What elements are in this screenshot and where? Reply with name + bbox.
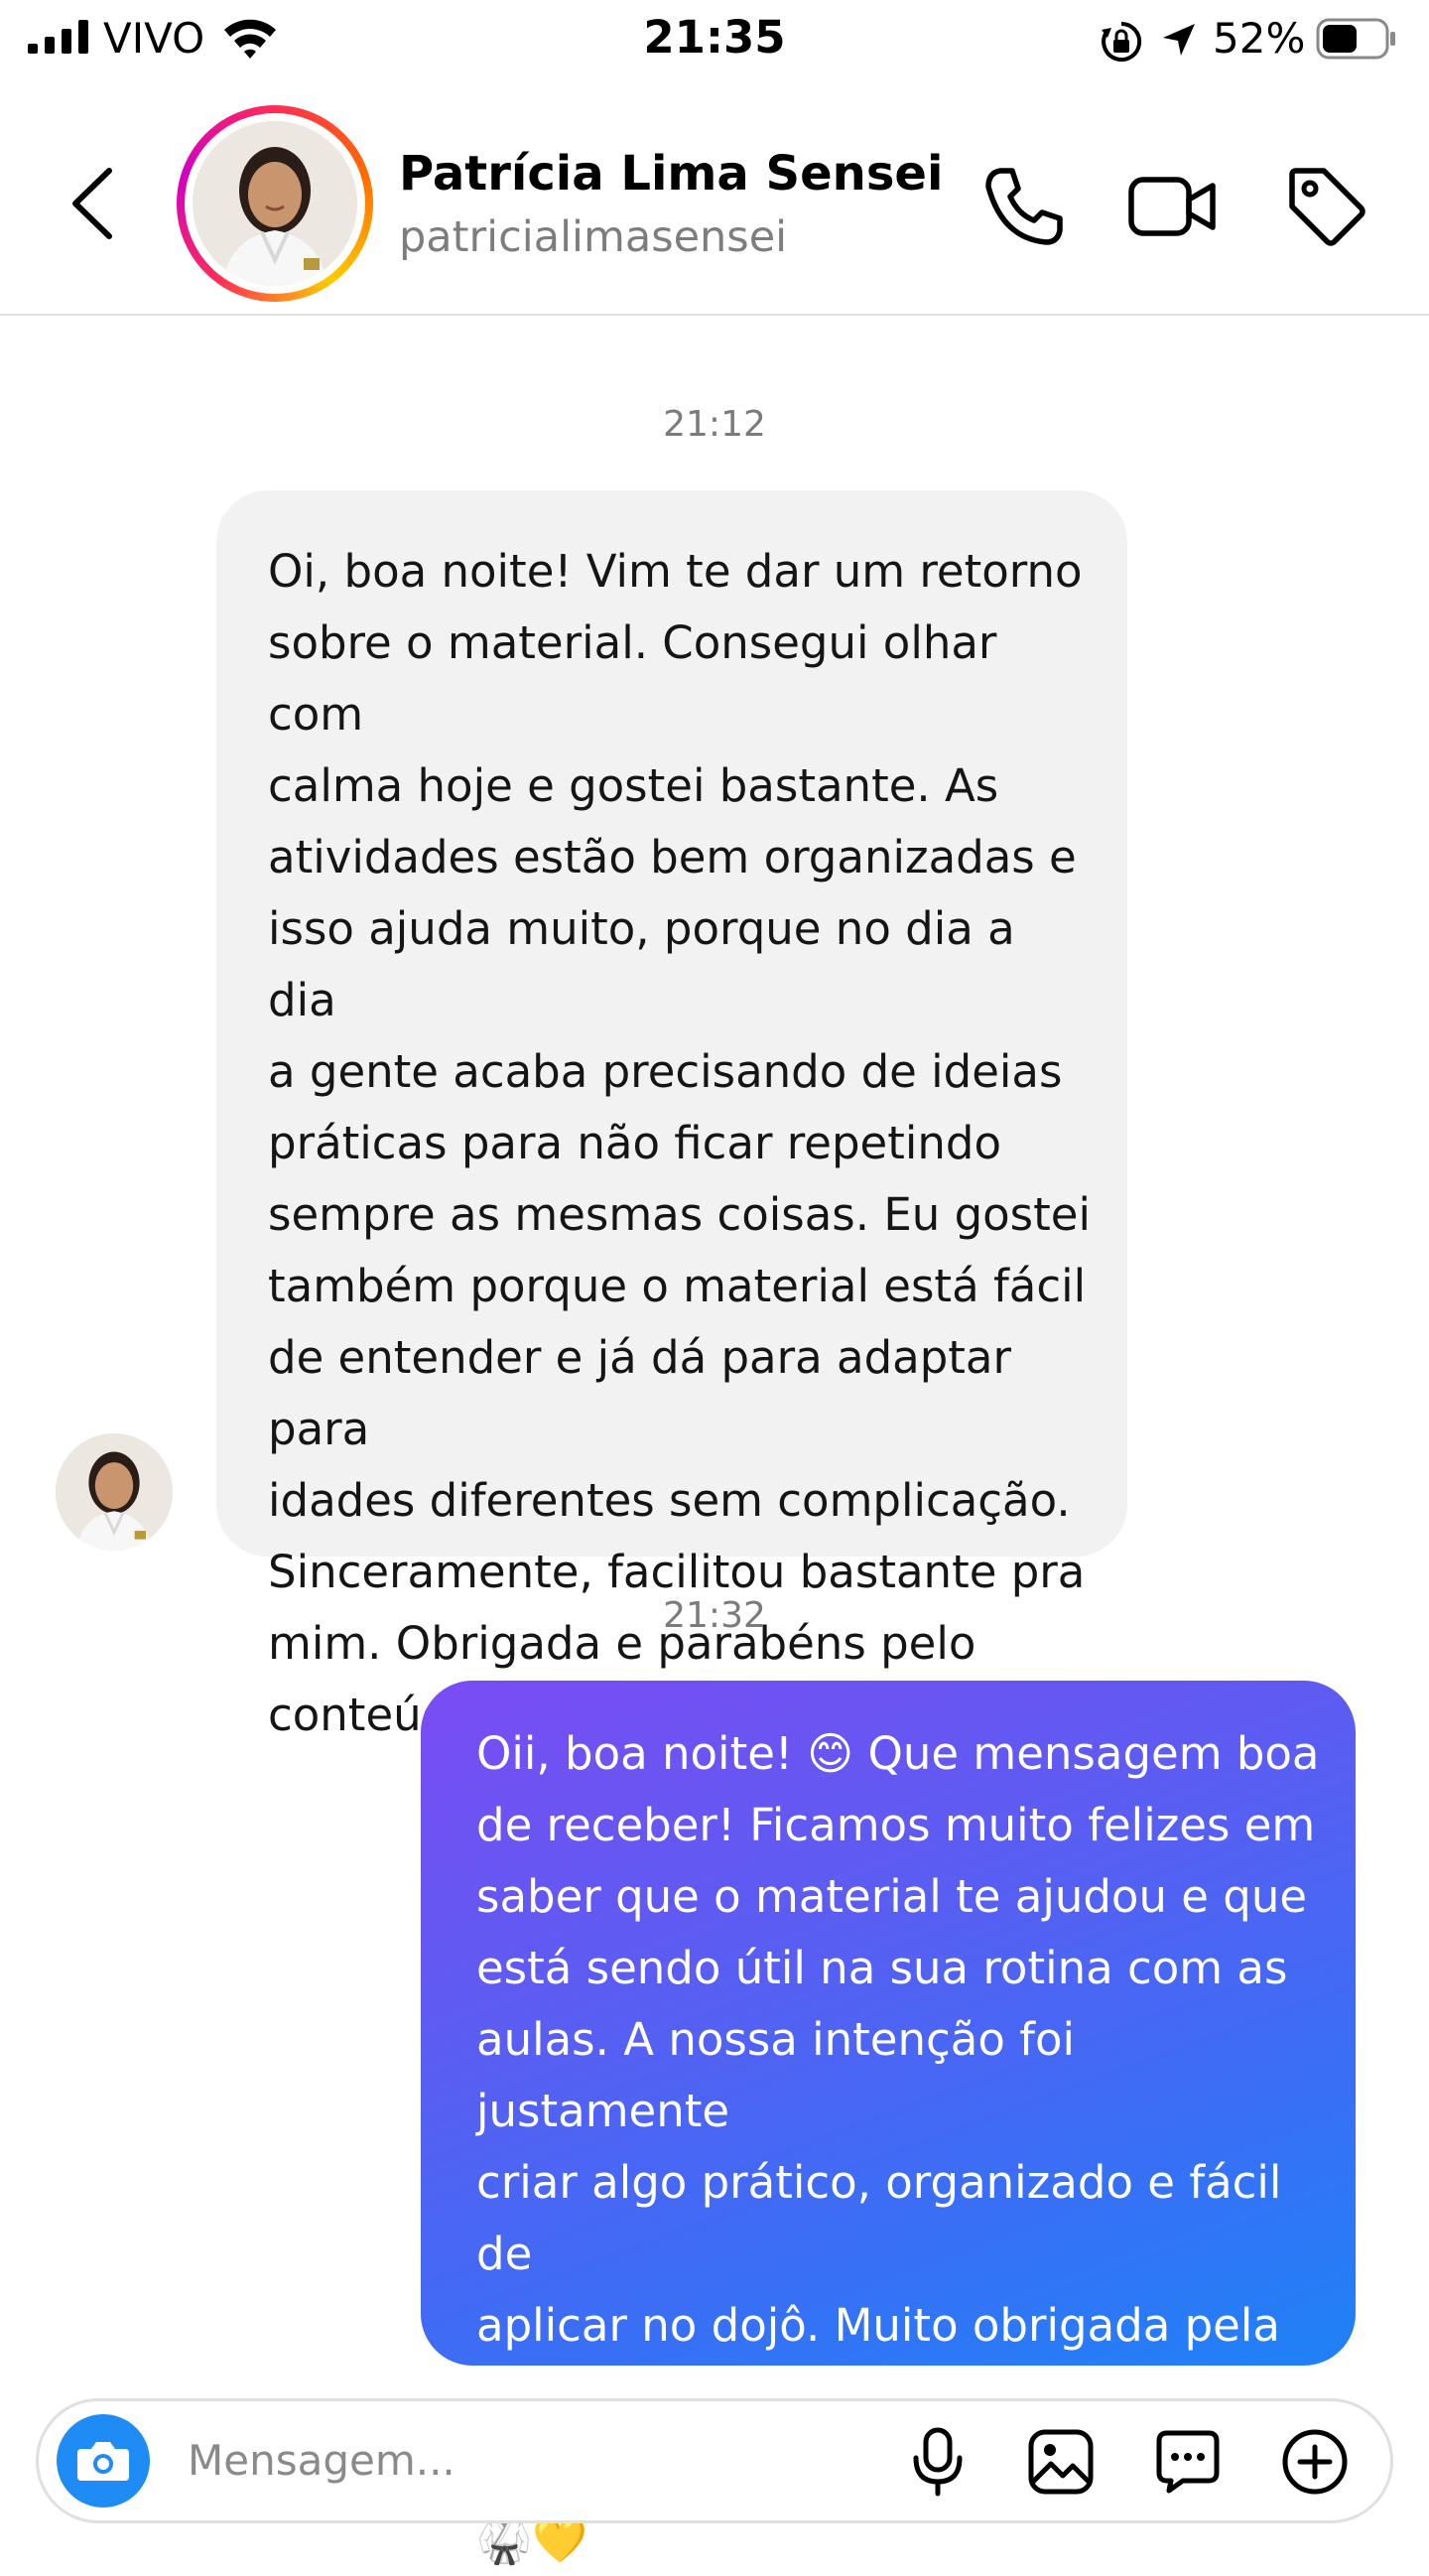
status-bar: VIVO 21:35 52% [0, 0, 1429, 79]
tag-icon [1289, 168, 1365, 246]
incoming-message[interactable]: Oi, boa noite! Vim te dar um retorno sob… [216, 490, 1127, 1741]
location-arrow-icon [1159, 20, 1199, 60]
call-button[interactable] [974, 157, 1074, 256]
phone-icon [985, 168, 1063, 245]
back-button[interactable] [58, 159, 127, 248]
video-camera-icon [1128, 177, 1216, 236]
contact-username[interactable]: patricialimasensei [399, 208, 787, 266]
microphone-icon [913, 2427, 963, 2497]
outgoing-message[interactable]: Oii, boa noite! 😊 Que mensagem boa de re… [421, 1681, 1356, 2566]
gallery-icon [1028, 2429, 1094, 2495]
back-chevron-icon [72, 168, 112, 239]
contact-name[interactable]: Patrícia Lima Sensei [399, 143, 943, 204]
chat-header: Patrícia Lima Sensei patricialimasensei [0, 79, 1429, 316]
avatar [193, 121, 357, 286]
message-input[interactable] [188, 2427, 882, 2493]
sticker-button[interactable] [1148, 2422, 1228, 2502]
camera-button[interactable] [57, 2414, 150, 2508]
message-composer [36, 2398, 1393, 2523]
orientation-lock-icon [1100, 20, 1143, 64]
battery-icon [1316, 18, 1397, 60]
camera-icon [77, 2442, 129, 2481]
message-timestamp: 21:12 [663, 404, 766, 445]
message-timestamp: 21:32 [663, 1595, 766, 1636]
sender-avatar[interactable] [56, 1433, 173, 1551]
story-ring[interactable] [177, 105, 373, 302]
gallery-button[interactable] [1021, 2422, 1101, 2502]
video-call-button[interactable] [1123, 157, 1223, 256]
sticker-icon [1156, 2430, 1220, 2494]
voice-message-button[interactable] [898, 2422, 977, 2502]
add-button[interactable] [1275, 2422, 1355, 2502]
battery-percentage: 52% [1213, 14, 1306, 63]
tag-button[interactable] [1276, 157, 1375, 256]
add-icon [1282, 2429, 1348, 2495]
